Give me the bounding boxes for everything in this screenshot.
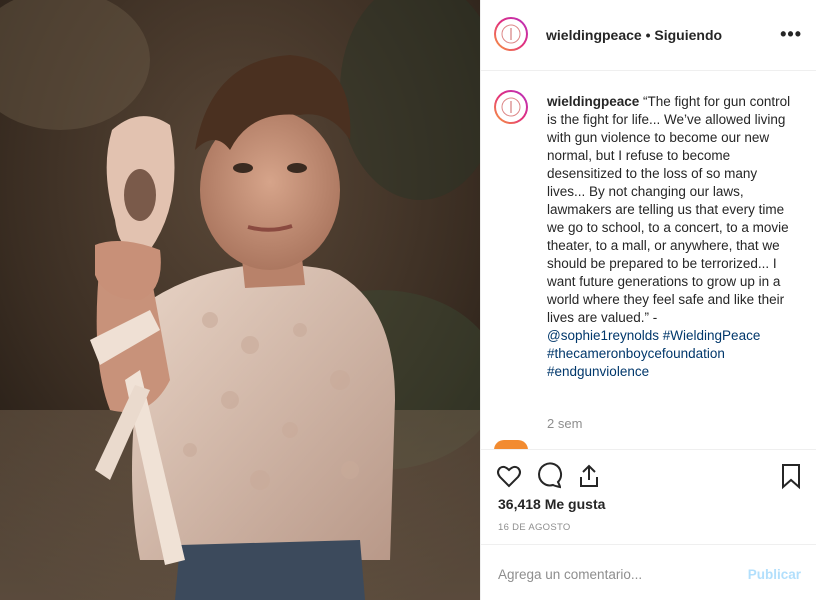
comment-icon[interactable] bbox=[535, 462, 563, 490]
bookmark-icon[interactable] bbox=[777, 462, 805, 490]
more-options-icon[interactable]: ••• bbox=[780, 24, 802, 45]
caption-avatar[interactable] bbox=[494, 90, 528, 124]
comment-box: Agrega un comentario... Publicar bbox=[481, 544, 816, 601]
likes-count[interactable]: 36,418 Me gusta bbox=[498, 496, 605, 512]
heart-icon[interactable] bbox=[495, 462, 523, 490]
post-username-line: wieldingpeace • Siguiendo bbox=[546, 27, 722, 43]
caption-text: “The fight for gun control is the fight … bbox=[547, 94, 791, 325]
follow-status-button[interactable]: Siguiendo bbox=[654, 27, 722, 43]
post-side-panel: wieldingpeace • Siguiendo ••• wieldingpe… bbox=[480, 0, 816, 600]
avatar-logo-icon bbox=[496, 19, 526, 49]
post-age: 2 sem bbox=[547, 416, 583, 431]
share-icon[interactable] bbox=[575, 462, 603, 490]
avatar-logo-icon bbox=[496, 92, 526, 122]
post-comment-button[interactable]: Publicar bbox=[748, 567, 801, 582]
hashtag-link[interactable]: #thecameronboycefoundation bbox=[547, 345, 797, 363]
hashtag-link[interactable]: #endgunviolence bbox=[547, 363, 797, 381]
hashtag-link[interactable]: @sophie1reynolds #WieldingPeace bbox=[547, 327, 797, 345]
comment-input[interactable]: Agrega un comentario... bbox=[498, 567, 642, 582]
photo-illustration bbox=[0, 0, 480, 600]
avatar[interactable] bbox=[494, 17, 528, 51]
caption-username[interactable]: wieldingpeace bbox=[547, 94, 639, 109]
username-link[interactable]: wieldingpeace bbox=[546, 27, 642, 43]
post-photo[interactable] bbox=[0, 0, 480, 600]
post-date: 16 DE AGOSTO bbox=[498, 522, 571, 533]
post-actions: 36,418 Me gusta 16 DE AGOSTO Agrega un c… bbox=[481, 449, 816, 600]
separator-dot: • bbox=[645, 27, 651, 43]
post-header: wieldingpeace • Siguiendo ••• bbox=[481, 0, 816, 71]
caption-text-block: wieldingpeace “The fight for gun control… bbox=[547, 93, 797, 381]
